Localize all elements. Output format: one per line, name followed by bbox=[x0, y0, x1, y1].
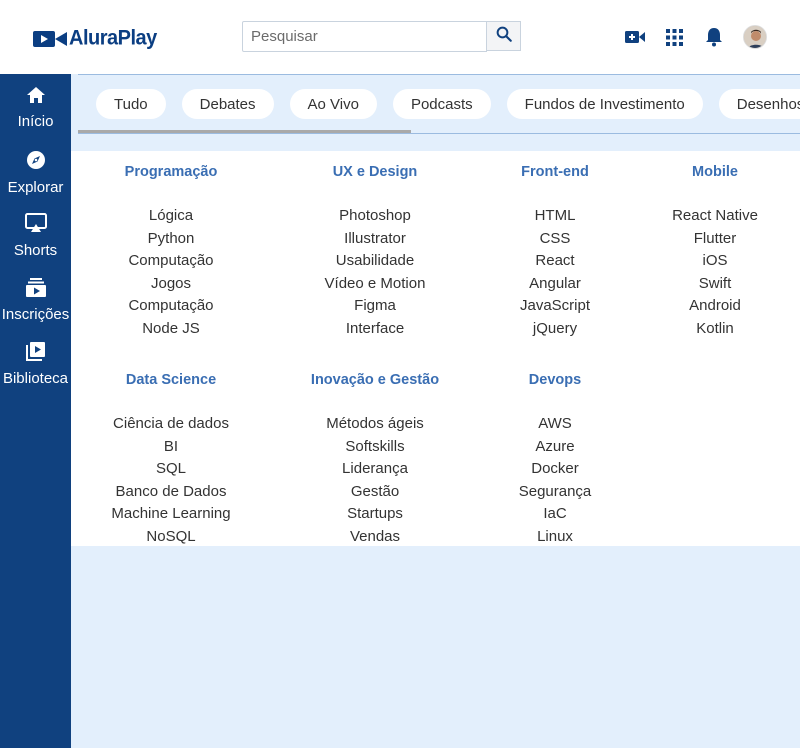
category-link[interactable]: IaC bbox=[455, 503, 655, 526]
category-devops: Devops AWS Azure Docker Segurança IaC Li… bbox=[455, 372, 655, 549]
play-logo-icon bbox=[33, 29, 67, 49]
category-link[interactable]: Interface bbox=[275, 318, 475, 341]
chip-debates[interactable]: Debates bbox=[181, 89, 274, 119]
category-links: Lógica Python Computação Jogos Computaçã… bbox=[71, 205, 271, 341]
chip-podcasts[interactable]: Podcasts bbox=[392, 89, 491, 119]
category-link[interactable]: Swift bbox=[615, 273, 800, 296]
category-link[interactable]: Softskills bbox=[275, 436, 475, 459]
category-link[interactable]: Computação bbox=[71, 295, 271, 318]
video-add-icon[interactable] bbox=[625, 27, 645, 47]
sidebar: Início Explorar Shorts Inscrições Biblio… bbox=[0, 74, 71, 748]
search-input[interactable] bbox=[242, 21, 487, 52]
sidebar-item-biblioteca[interactable]: Biblioteca bbox=[0, 341, 71, 387]
avatar[interactable] bbox=[743, 25, 767, 49]
sidebar-item-label: Início bbox=[17, 113, 54, 130]
category-title[interactable]: Programação bbox=[71, 164, 271, 186]
category-link[interactable]: Vídeo e Motion bbox=[275, 273, 475, 296]
category-links: Photoshop Illustrator Usabilidade Vídeo … bbox=[275, 205, 475, 341]
category-link[interactable]: Python bbox=[71, 228, 271, 251]
alura-play-logo[interactable]: AluraPlay bbox=[33, 26, 157, 50]
category-link[interactable]: iOS bbox=[615, 250, 800, 273]
category-link[interactable]: Azure bbox=[455, 436, 655, 459]
category-link[interactable]: Jogos bbox=[71, 273, 271, 296]
sidebar-item-label: Explorar bbox=[7, 179, 64, 196]
category-title[interactable]: Data Science bbox=[71, 372, 271, 394]
category-ux-e-design: UX e Design Photoshop Illustrator Usabil… bbox=[275, 164, 475, 341]
category-link[interactable]: Liderança bbox=[275, 458, 475, 481]
category-link[interactable]: Startups bbox=[275, 503, 475, 526]
category-data-science: Data Science Ciência de dados BI SQL Ban… bbox=[71, 372, 271, 549]
category-link[interactable]: Gestão bbox=[275, 481, 475, 504]
apps-grid-icon[interactable] bbox=[664, 27, 684, 47]
compass-icon bbox=[26, 150, 46, 175]
sidebar-item-label: Inscrições bbox=[1, 306, 70, 323]
sidebar-item-label: Biblioteca bbox=[2, 370, 69, 387]
category-inovacao-e-gestao: Inovação e Gestão Métodos ágeis Softskil… bbox=[275, 372, 475, 549]
category-title[interactable]: Inovação e Gestão bbox=[275, 372, 475, 394]
bell-icon[interactable] bbox=[704, 27, 724, 47]
category-links: Métodos ágeis Softskills Liderança Gestã… bbox=[275, 413, 475, 549]
chip-desenhos[interactable]: Desenhos bbox=[718, 89, 800, 119]
shorts-icon bbox=[24, 213, 47, 238]
category-link[interactable]: Kotlin bbox=[615, 318, 800, 341]
category-link[interactable]: Illustrator bbox=[275, 228, 475, 251]
category-link[interactable]: Node JS bbox=[71, 318, 271, 341]
home-icon bbox=[26, 86, 46, 109]
category-link[interactable]: Flutter bbox=[615, 228, 800, 251]
category-link[interactable]: Métodos ágeis bbox=[275, 413, 475, 436]
subscriptions-icon bbox=[25, 277, 46, 302]
chip-tudo[interactable]: Tudo bbox=[96, 89, 166, 119]
category-programacao: Programação Lógica Python Computação Jog… bbox=[71, 164, 271, 341]
category-link[interactable]: Docker bbox=[455, 458, 655, 481]
category-link[interactable]: Machine Learning bbox=[71, 503, 271, 526]
category-link[interactable]: Photoshop bbox=[275, 205, 475, 228]
category-link[interactable]: AWS bbox=[455, 413, 655, 436]
category-link[interactable]: Ciência de dados bbox=[71, 413, 271, 436]
logo-text: AluraPlay bbox=[69, 26, 157, 50]
category-mobile: Mobile React Native Flutter iOS Swift An… bbox=[615, 164, 800, 341]
category-link[interactable]: Linux bbox=[455, 526, 655, 549]
category-link[interactable]: Usabilidade bbox=[275, 250, 475, 273]
chips-scrollbar[interactable] bbox=[78, 130, 411, 133]
search-icon bbox=[495, 25, 513, 48]
sidebar-item-explorar[interactable]: Explorar bbox=[0, 150, 71, 196]
category-link[interactable]: SQL bbox=[71, 458, 271, 481]
category-link[interactable]: Banco de Dados bbox=[71, 481, 271, 504]
library-icon bbox=[25, 341, 46, 366]
chips-list: Tudo Debates Ao Vivo Podcasts Fundos de … bbox=[96, 89, 800, 119]
chip-ao-vivo[interactable]: Ao Vivo bbox=[289, 89, 377, 119]
category-link[interactable]: Segurança bbox=[455, 481, 655, 504]
chip-fundos-de-investimento[interactable]: Fundos de Investimento bbox=[506, 89, 703, 119]
category-chips-bar: Tudo Debates Ao Vivo Podcasts Fundos de … bbox=[78, 74, 800, 134]
category-link[interactable]: Computação bbox=[71, 250, 271, 273]
category-links: AWS Azure Docker Segurança IaC Linux bbox=[455, 413, 655, 549]
category-menu-panel: Programação Lógica Python Computação Jog… bbox=[71, 151, 800, 546]
category-link[interactable]: Lógica bbox=[71, 205, 271, 228]
sidebar-item-inscricoes[interactable]: Inscrições bbox=[0, 277, 71, 323]
category-title[interactable]: Devops bbox=[455, 372, 655, 394]
category-links: Ciência de dados BI SQL Banco de Dados M… bbox=[71, 413, 271, 549]
category-title[interactable]: Mobile bbox=[615, 164, 800, 186]
sidebar-item-shorts[interactable]: Shorts bbox=[0, 213, 71, 259]
search-button[interactable] bbox=[486, 21, 521, 51]
category-link[interactable]: React Native bbox=[615, 205, 800, 228]
sidebar-item-inicio[interactable]: Início bbox=[0, 86, 71, 130]
category-title[interactable]: UX e Design bbox=[275, 164, 475, 186]
sidebar-item-label: Shorts bbox=[13, 242, 58, 259]
category-link[interactable]: Figma bbox=[275, 295, 475, 318]
category-link[interactable]: BI bbox=[71, 436, 271, 459]
category-link[interactable]: NoSQL bbox=[71, 526, 271, 549]
category-link[interactable]: Vendas bbox=[275, 526, 475, 549]
category-links: React Native Flutter iOS Swift Android K… bbox=[615, 205, 800, 341]
category-link[interactable]: Android bbox=[615, 295, 800, 318]
top-header: AluraPlay bbox=[0, 0, 800, 74]
